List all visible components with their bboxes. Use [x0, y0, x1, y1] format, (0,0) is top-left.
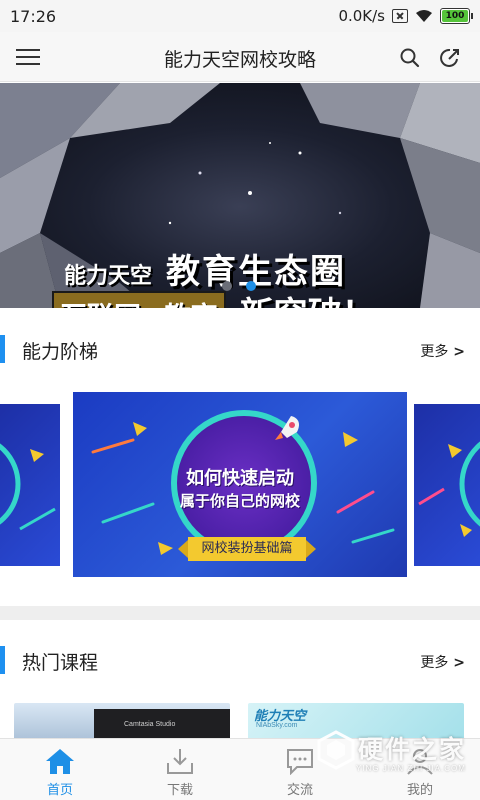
search-icon[interactable]	[398, 46, 422, 70]
watermark-title: 硬件之家	[358, 735, 467, 764]
nav-label-home: 首页	[46, 783, 73, 798]
banner-headline: 教育生态圈	[166, 252, 347, 292]
status-time: 17:26	[10, 6, 57, 26]
more-link-ladder[interactable]: 更多	[420, 341, 465, 361]
section-divider	[0, 606, 480, 620]
watermark: 硬件之家 YING JIAN ZHI JIA.COM	[310, 722, 480, 800]
banner-subline-right: 新突破！	[240, 287, 376, 308]
course-thumbnail-caption: Camtasia Studio	[124, 721, 176, 728]
banner-subline-left: 互联网+教育	[52, 291, 226, 308]
banner-dot-active[interactable]	[246, 281, 256, 291]
nav-label-download: 下载	[166, 783, 193, 798]
status-icons: 0.0K/s 100	[338, 7, 473, 25]
banner-subline-row: 互联网+教育 新突破！	[52, 287, 376, 308]
banner-headline-row: 能力天空 教育生态圈	[64, 244, 346, 293]
course-thumbnail-url: NlAbSky.com	[256, 722, 298, 729]
sim-blocked-icon	[392, 9, 408, 23]
app-bar: 能力天空网校攻略	[0, 32, 480, 82]
watermark-logo	[317, 730, 355, 770]
ladder-carousel[interactable]: 如何快速启动 属于你自己的网校 网校装扮基础篇	[0, 392, 480, 577]
banner-pagination	[222, 281, 256, 291]
rocket-icon	[275, 416, 299, 440]
banner-brand: 能力天空	[64, 264, 153, 289]
ladder-card-next[interactable]	[414, 404, 480, 566]
section-accent-bar	[0, 335, 5, 363]
card-ribbon: 网校装扮基础篇	[178, 537, 316, 561]
more-link-courses[interactable]: 更多	[420, 652, 465, 672]
battery-icon: 100	[440, 8, 473, 24]
watermark-subtitle: YING JIAN ZHI JIA.COM	[356, 764, 466, 773]
status-bar: 17:26 0.0K/s 100	[0, 0, 480, 32]
share-icon[interactable]	[438, 46, 462, 70]
section-accent-bar	[0, 646, 5, 674]
card-line2: 属于你自己的网校	[179, 492, 300, 510]
ladder-card-prev-graphic	[0, 443, 56, 531]
home-icon	[46, 749, 74, 774]
banner-dot[interactable]	[222, 281, 232, 291]
ladder-card-prev[interactable]	[0, 404, 60, 566]
download-icon	[167, 749, 193, 774]
ladder-card-next-graphic	[418, 441, 480, 537]
wifi-icon	[416, 10, 432, 22]
section-ladder-header: 能力阶梯 更多	[0, 327, 480, 371]
promo-banner[interactable]: 能力天空 教育生态圈 互联网+教育 新突破！	[0, 83, 480, 308]
network-speed: 0.0K/s	[338, 7, 385, 25]
nav-item-download[interactable]: 下载	[120, 739, 240, 800]
section-title-courses: 热门课程	[22, 652, 99, 674]
section-courses-header: 热门课程 更多	[0, 638, 480, 682]
course-card[interactable]: Camtasia Studio	[14, 703, 230, 743]
battery-level: 100	[442, 10, 468, 22]
card-line1: 如何快速启动	[186, 468, 294, 489]
nav-item-home[interactable]: 首页	[0, 739, 120, 800]
section-title-ladder: 能力阶梯	[22, 341, 99, 363]
ladder-card[interactable]: 如何快速启动 属于你自己的网校 网校装扮基础篇	[73, 392, 407, 577]
